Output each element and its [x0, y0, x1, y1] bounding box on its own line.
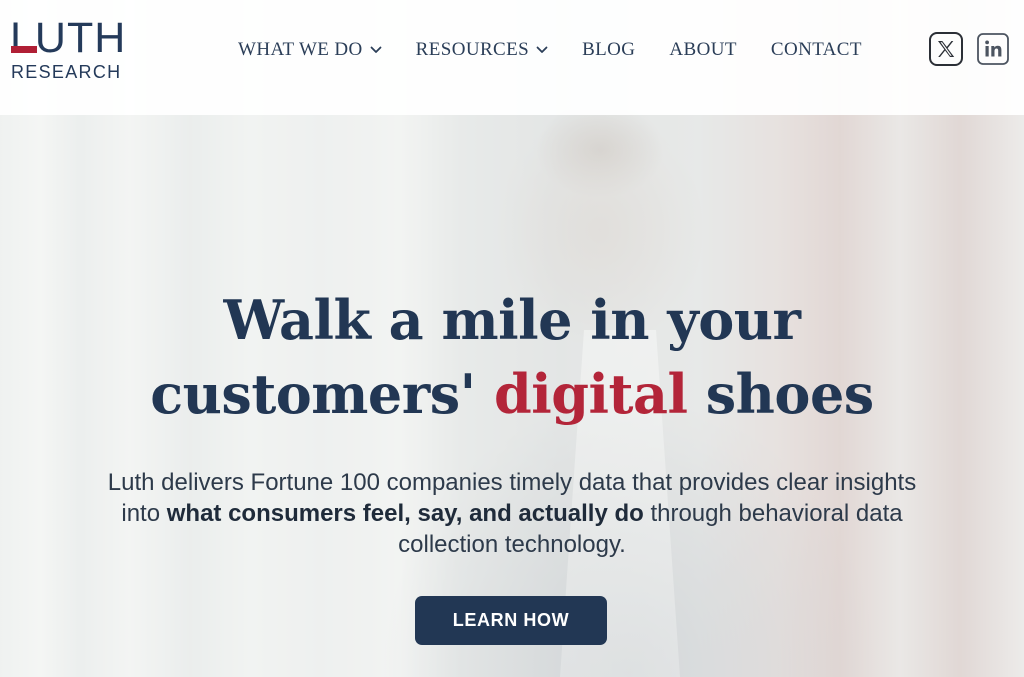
description-emphasis: what consumers feel, say, and actually d…	[166, 500, 644, 527]
nav-item-label: ABOUT	[669, 39, 737, 60]
learn-how-button[interactable]: LEARN HOW	[415, 596, 607, 645]
logo-red-accent	[11, 46, 37, 53]
headline-line-2-end: shoes	[687, 362, 874, 426]
nav-item-label: WHAT WE DO	[238, 39, 363, 60]
chevron-down-icon	[536, 46, 548, 53]
nav-item-label: BLOG	[582, 39, 636, 60]
nav-item-what-we-do[interactable]: WHAT WE DO	[238, 38, 382, 62]
hero-headline: Walk a mile in your customers' digital s…	[0, 283, 1024, 431]
hero-description: Luth delivers Fortune 100 companies time…	[92, 467, 932, 560]
nav-item-about[interactable]: ABOUT	[669, 38, 736, 62]
headline-line-1: Walk a mile in your	[223, 288, 801, 352]
nav-item-label: CONTACT	[770, 39, 862, 60]
x-icon[interactable]	[929, 32, 963, 66]
linkedin-icon[interactable]	[977, 33, 1009, 65]
nav-item-blog[interactable]: BLOG	[582, 38, 635, 62]
chevron-down-icon	[370, 46, 382, 53]
nav-item-contact[interactable]: CONTACT	[771, 38, 862, 62]
site-header: LUTH RESEARCH WHAT WE DO RESOURCES BLOG …	[0, 0, 1024, 115]
main-nav: WHAT WE DO RESOURCES BLOG ABOUT CONTACT	[238, 38, 896, 62]
headline-line-2-start: customers'	[150, 362, 494, 426]
luth-research-logo[interactable]: LUTH RESEARCH	[10, 17, 150, 83]
nav-item-label: RESOURCES	[415, 39, 530, 60]
logo-secondary-text: RESEARCH	[11, 62, 122, 82]
headline-accent-word: digital	[493, 362, 688, 426]
nav-item-resources[interactable]: RESOURCES	[416, 38, 548, 62]
logo-primary-text: LUTH	[10, 14, 127, 62]
